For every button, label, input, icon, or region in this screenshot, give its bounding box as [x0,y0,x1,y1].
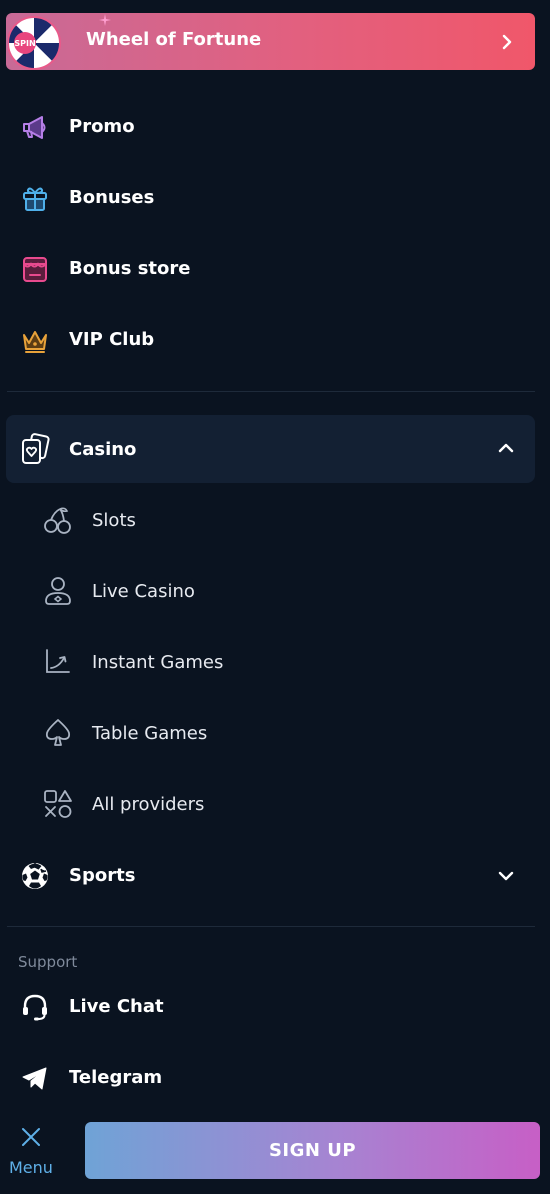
divider [7,391,535,392]
menu-item-telegram[interactable]: Telegram [0,1049,550,1105]
chevron-up-icon[interactable] [497,441,515,455]
menu-item-live-chat[interactable]: Live Chat [0,978,550,1034]
sub-item-slots[interactable]: Slots [0,491,550,547]
wheel-of-fortune-label: Wheel of Fortune [86,29,262,50]
divider [7,926,535,927]
shapes-icon [44,790,72,818]
sub-item-instant-games[interactable]: Instant Games [0,633,550,689]
spin-text: SPIN [14,39,35,48]
crash-graph-icon [46,649,70,673]
menu-item-bonuses[interactable]: Bonuses [0,169,550,225]
sub-item-label: Instant Games [92,652,224,673]
menu-item-label: Bonuses [69,187,155,208]
menu-item-label: Live Chat [69,996,164,1017]
sub-item-live-casino[interactable]: Live Casino [0,562,550,618]
menu-item-vip-club[interactable]: VIP Club [0,311,550,367]
sub-item-table-games[interactable]: Table Games [0,704,550,760]
cards-icon [22,433,50,464]
sign-up-button[interactable]: SIGN UP [85,1122,540,1179]
crown-icon [23,331,47,353]
menu-item-promo[interactable]: Promo [0,98,550,154]
cherries-icon [44,507,71,534]
soccer-ball-icon [22,863,48,889]
telegram-icon [22,1067,47,1090]
sub-item-all-providers[interactable]: All providers [0,775,550,831]
menu-item-bonus-store[interactable]: Bonus store [0,240,550,296]
chevron-right-icon [502,34,512,50]
menu-close-button[interactable]: Menu [6,1122,58,1182]
store-icon [23,257,47,282]
spin-wheel-icon: SPIN [8,16,61,70]
dealer-icon [45,577,71,605]
menu-label: Menu [9,1158,53,1177]
sparkle-icon [99,14,111,26]
close-icon [22,1128,40,1146]
headset-icon [23,994,47,1021]
menu-item-label: VIP Club [69,329,155,350]
support-heading: Support [18,953,78,971]
menu-item-casino[interactable]: Casino [6,415,535,483]
gift-icon [23,187,47,211]
sub-item-label: All providers [92,794,205,815]
sub-item-label: Table Games [92,723,208,744]
sports-label: Sports [69,865,136,886]
side-menu: SPIN Wheel of Fortune Promo Bonuses Bonu… [0,0,550,1194]
menu-item-label: Promo [69,116,135,137]
menu-item-sports[interactable]: Sports [0,847,550,903]
sub-item-label: Live Casino [92,581,195,602]
sub-item-label: Slots [92,510,136,531]
casino-label: Casino [69,439,137,460]
menu-item-label: Bonus store [69,258,191,279]
wheel-of-fortune-banner[interactable]: SPIN Wheel of Fortune [6,13,535,70]
megaphone-icon [23,116,46,139]
chevron-down-icon[interactable] [497,869,515,883]
spade-icon [45,719,71,746]
menu-item-label: Telegram [69,1067,163,1088]
